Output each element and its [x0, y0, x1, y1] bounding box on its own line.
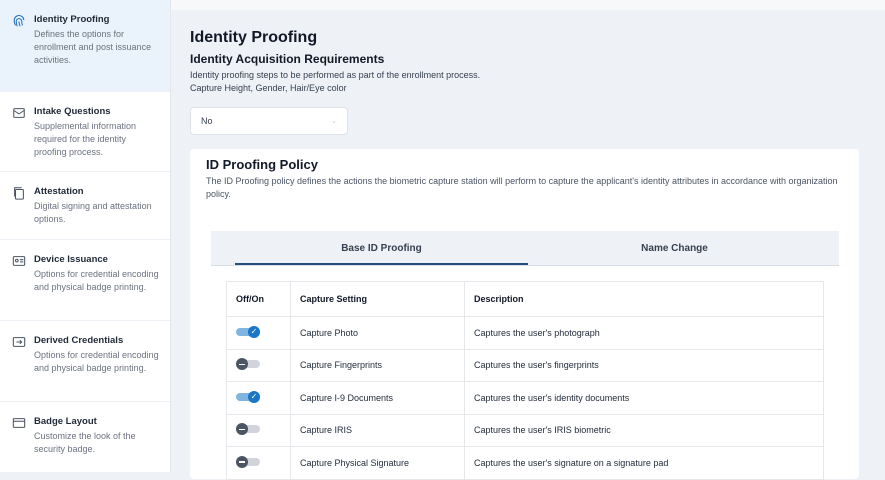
column-header: Capture Setting [290, 281, 465, 317]
card-arrow-icon [12, 337, 26, 347]
capture-toggle[interactable]: ✓ [236, 325, 260, 338]
toggle-cell [226, 414, 291, 447]
sidebar-item-desc: Options for credential encoding and phys… [34, 350, 159, 373]
toggle-cell [226, 446, 291, 480]
toggle-cell: ✓ [226, 381, 291, 415]
description-cell: Captures the user's IRIS biometric [464, 414, 824, 447]
sidebar: Identity Proofing Defines the options fo… [0, 0, 171, 472]
acquisition-requirements-select[interactable]: No ⌄ [190, 107, 348, 135]
capture-setting-cell: Capture Fingerprints [290, 349, 465, 382]
badge-layout-icon [12, 418, 26, 428]
table-row: ✓ Capture I-9 Documents Captures the user'… [226, 381, 824, 415]
minus-icon [236, 358, 248, 371]
capture-setting-cell: Capture IRIS [290, 414, 465, 447]
section-title: Identity Acquisition Requirements [190, 52, 385, 66]
capture-setting-cell: Capture Photo [290, 316, 465, 350]
envelope-icon [13, 108, 25, 118]
sidebar-item-title: Identity Proofing [34, 14, 110, 25]
sidebar-item-desc: Customize the look of the security badge… [34, 431, 136, 454]
sidebar-item-desc: Digital signing and attestation options. [34, 201, 152, 224]
capture-toggle[interactable] [236, 423, 260, 436]
table-row: Capture Physical Signature Captures the u… [226, 446, 824, 480]
sidebar-item-title: Device Issuance [34, 254, 108, 265]
sidebar-item-title: Badge Layout [34, 416, 97, 427]
column-header: Description [464, 281, 824, 317]
sidebar-item-title: Attestation [34, 186, 84, 197]
chevron-down-icon: ⌄ [331, 118, 337, 125]
document-copy-icon [14, 187, 24, 200]
capture-setting-cell: Capture I-9 Documents [290, 381, 465, 415]
description-cell: Captures the user's signature on a signa… [464, 446, 824, 480]
sidebar-item-attestation[interactable]: Attestation Digital signing and attestat… [0, 172, 170, 240]
sidebar-item-badge-layout[interactable]: Badge Layout Customize the look of the s… [0, 402, 170, 472]
toggle-cell [226, 349, 291, 382]
table-header-row: Off/On Capture Setting Description [226, 281, 824, 317]
select-value: No [201, 116, 213, 126]
description-cell: Captures the user's identity documents [464, 381, 824, 415]
description-cell: Captures the user's photograph [464, 316, 824, 350]
check-icon: ✓ [248, 390, 260, 403]
card-title: ID Proofing Policy [206, 157, 318, 172]
sidebar-item-device-issuance[interactable]: Device Issuance Options for credential e… [0, 240, 170, 321]
sidebar-item-title: Intake Questions [34, 106, 111, 117]
tab-bar: Base ID Proofing Name Change [211, 231, 839, 266]
fingerprint-icon [13, 15, 25, 27]
sidebar-item-title: Derived Credentials [34, 335, 124, 346]
top-bar [171, 0, 885, 10]
section-description-2: Capture Height, Gender, Hair/Eye color [190, 83, 347, 93]
tab-name-change[interactable]: Name Change [528, 231, 821, 265]
minus-icon [236, 455, 248, 468]
capture-setting-cell: Capture Physical Signature [290, 446, 465, 480]
check-icon: ✓ [248, 325, 260, 338]
sidebar-item-intake-questions[interactable]: Intake Questions Supplemental informatio… [0, 92, 170, 172]
id-card-icon [12, 256, 26, 266]
table-row: ✓ Capture Photo Captures the user's photog… [226, 316, 824, 350]
page-title: Identity Proofing [190, 29, 318, 46]
main-content: Identity Proofing Identity Acquisition R… [190, 28, 860, 135]
sidebar-item-identity-proofing[interactable]: Identity Proofing Defines the options fo… [0, 0, 170, 92]
capture-settings-table: Off/On Capture Setting Description ✓ Capt… [226, 281, 824, 480]
table-row: Capture IRIS Captures the user's IRIS bio… [226, 414, 824, 447]
capture-toggle[interactable]: ✓ [236, 390, 260, 403]
sidebar-item-desc: Supplemental information required for th… [34, 121, 137, 157]
description-cell: Captures the user's fingerprints [464, 349, 824, 382]
capture-toggle[interactable] [236, 455, 260, 468]
capture-toggle[interactable] [236, 358, 260, 371]
column-header: Off/On [226, 281, 291, 317]
toggle-cell: ✓ [226, 316, 291, 350]
id-proofing-policy-card: ID Proofing Policy The ID Proofing polic… [190, 149, 859, 480]
sidebar-item-desc: Defines the options for enrollment and p… [34, 29, 152, 65]
card-description: The ID Proofing policy defines the actio… [206, 176, 838, 199]
section-description: Identity proofing steps to be performed … [190, 70, 481, 80]
table-row: Capture Fingerprints Captures the user's … [226, 349, 824, 382]
sidebar-item-desc: Options for credential encoding and phys… [34, 269, 159, 292]
sidebar-item-derived-credentials[interactable]: Derived Credentials Options for credenti… [0, 321, 170, 402]
tab-base-id-proofing[interactable]: Base ID Proofing [235, 231, 528, 265]
minus-icon [236, 423, 248, 436]
